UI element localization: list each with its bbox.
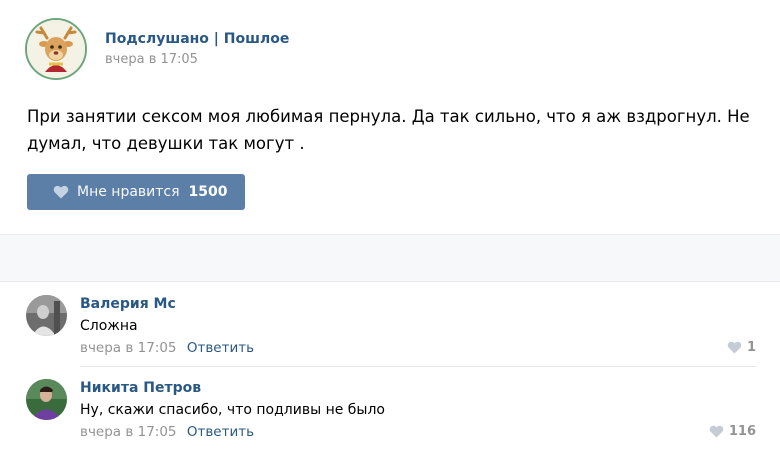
community-name[interactable]: Подслушано | Пошлое — [105, 31, 289, 47]
community-avatar[interactable] — [25, 18, 87, 80]
comment-like-count: 116 — [728, 424, 756, 439]
heart-icon — [727, 341, 742, 354]
wall-post: Подслушано | Пошлое вчера в 17:05 При за… — [0, 0, 780, 449]
comment-timestamp[interactable]: вчера в 17:05 — [80, 340, 177, 356]
heart-icon — [709, 425, 724, 438]
like-button[interactable]: Мне нравится 1500 — [27, 174, 245, 210]
comment-text: Ну, скажи спасибо, что подливы не было — [80, 402, 385, 418]
post-timestamp[interactable]: вчера в 17:05 — [105, 52, 198, 67]
comment-timestamp[interactable]: вчера в 17:05 — [80, 424, 177, 440]
post-text: При занятии сексом моя любимая пернула. … — [27, 107, 750, 153]
commenter-avatar[interactable] — [26, 295, 67, 336]
comment-like-button[interactable]: 1 — [727, 340, 756, 355]
user-photo-icon — [26, 295, 67, 336]
comment-meta: вчера в 17:05 Ответить — [80, 340, 254, 356]
reindeer-avatar-icon — [27, 20, 85, 78]
reply-link[interactable]: Ответить — [187, 424, 254, 440]
comment-text: Сложна — [80, 318, 138, 334]
commenter-name[interactable]: Валерия Мс — [80, 296, 176, 312]
reply-link[interactable]: Ответить — [187, 340, 254, 356]
user-photo-icon — [26, 379, 67, 420]
comment-separator — [80, 366, 757, 367]
like-label: Мне нравится — [77, 184, 180, 200]
heart-icon — [53, 185, 69, 199]
comment-like-button[interactable]: 116 — [709, 424, 756, 439]
commenter-name[interactable]: Никита Петров — [80, 380, 201, 396]
commenter-avatar[interactable] — [26, 379, 67, 420]
comment-meta: вчера в 17:05 Ответить — [80, 424, 254, 440]
like-count: 1500 — [188, 184, 228, 200]
post-divider-band — [0, 234, 780, 282]
comment-like-count: 1 — [746, 340, 756, 355]
